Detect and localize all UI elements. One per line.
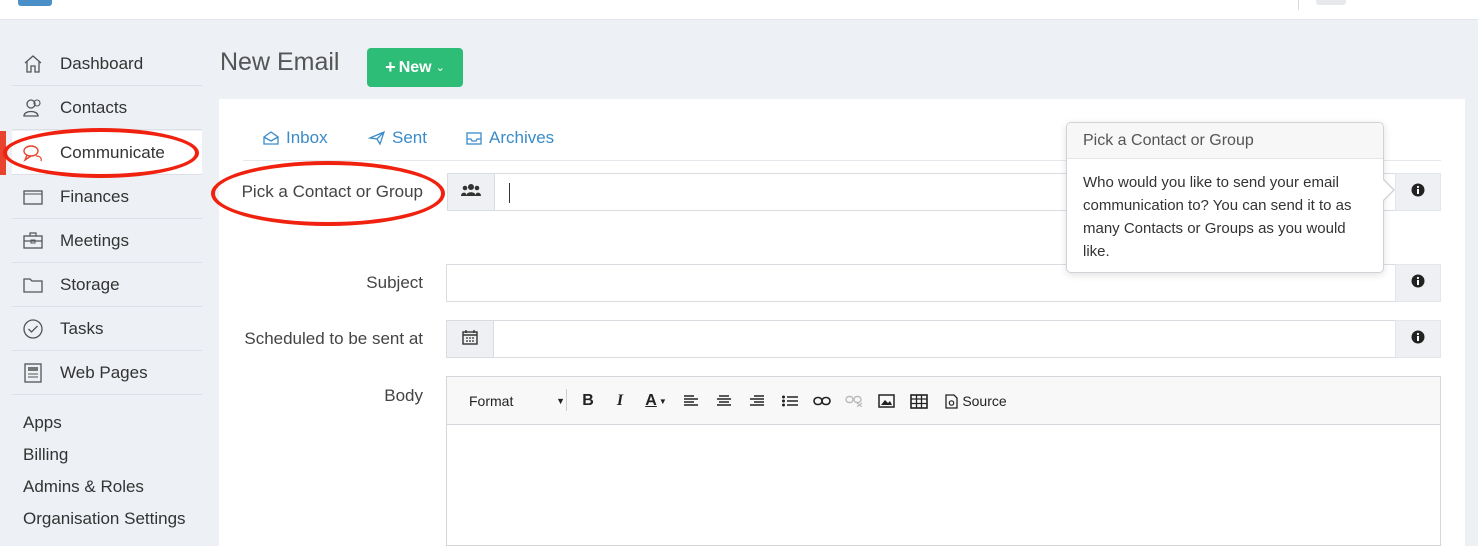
info-icon [1411,330,1425,349]
body-editor[interactable]: Format ▼ B I A ▼ Source [446,376,1441,546]
paper-plane-icon [368,130,386,146]
link-button[interactable] [813,390,831,412]
format-dropdown[interactable]: Format ▼ [469,390,565,412]
align-right-button[interactable] [749,390,765,412]
briefcase-icon [22,230,44,252]
sidebar-item-label: Meetings [60,230,129,250]
sidebar-item-label: Contacts [60,97,128,117]
sidebar-item-label: Finances [60,186,129,206]
tab-sent[interactable]: Sent [368,128,427,148]
format-label: Format [469,393,514,409]
sidebar-link-apps[interactable]: Apps [23,413,62,433]
tab-archives[interactable]: Archives [465,128,554,148]
sidebar-item-label: Dashboard [60,53,144,73]
bullet-list-icon [782,395,798,407]
sidebar-item-contacts[interactable]: Contacts [12,86,202,130]
home-icon [22,53,44,75]
source-icon [945,393,958,409]
annotation-circle-recipient [211,161,445,226]
schedule-input[interactable] [493,320,1396,358]
subject-info-button[interactable] [1395,264,1441,302]
check-circle-icon [22,318,44,340]
webpage-icon [22,362,44,384]
tab-inbox[interactable]: Inbox [262,128,328,148]
bold-icon: B [582,392,594,409]
sidebar-item-label: Tasks [60,318,104,338]
table-icon [910,393,928,409]
chevron-down-icon: ⌄ [435,62,445,74]
archive-icon [465,130,483,146]
sidebar-item-web-pages[interactable]: Web Pages [12,351,202,395]
caret-down-icon: ▼ [658,396,667,406]
annotation-circle-communicate [3,128,199,178]
popover-arrow-inner [1382,179,1393,201]
image-icon [877,394,895,408]
calendar-icon [462,329,478,350]
bullet-list-button[interactable] [781,390,799,412]
table-button[interactable] [909,390,929,412]
tab-inbox-label: Inbox [286,128,328,147]
editor-toolbar: Format ▼ B I A ▼ Source [447,377,1440,425]
align-right-icon [750,395,764,406]
caret-down-icon: ▼ [556,396,565,406]
body-label: Body [384,386,423,405]
page-title: New Email [220,48,340,76]
source-label: Source [962,393,1007,409]
schedule-label: Scheduled to be sent at [244,329,423,348]
tab-sent-label: Sent [392,128,427,147]
align-center-button[interactable] [716,390,732,412]
schedule-info-button[interactable] [1395,320,1441,358]
sidebar-link-admins-roles[interactable]: Admins & Roles [23,477,144,497]
sidebar-item-meetings[interactable]: Meetings [12,219,202,263]
tab-archives-label: Archives [489,128,555,147]
contacts-icon [22,97,44,119]
unlink-button[interactable] [845,390,863,412]
user-menu-button[interactable] [1316,0,1346,5]
italic-icon: I [616,392,624,409]
info-icon [1411,183,1425,202]
inbox-icon [262,130,280,146]
align-left-button[interactable] [683,390,699,412]
text-color-icon: A [645,392,657,409]
plus-icon: + [385,57,396,77]
recipient-help-popover: Pick a Contact or Group Who would you li… [1066,122,1384,273]
popover-body: Who would you like to send your email co… [1083,174,1352,260]
source-button[interactable]: Source [943,390,1009,412]
align-left-icon [684,395,698,406]
sidebar-item-dashboard[interactable]: Dashboard [12,42,202,86]
sidebar-item-label: Web Pages [60,362,148,382]
link-icon [813,396,831,406]
calendar-addon[interactable] [446,320,494,358]
new-button-label: New [398,58,432,76]
image-button[interactable] [877,390,895,412]
users-icon [461,183,481,202]
align-center-icon [717,395,731,406]
recipient-info-button[interactable] [1395,173,1441,211]
sidebar-link-organisation-settings[interactable]: Organisation Settings [23,509,186,529]
sidebar-link-billing[interactable]: Billing [23,445,68,465]
new-button[interactable]: + New ⌄ [367,48,463,87]
sidebar-item-label: Storage [60,274,120,294]
sidebar-item-storage[interactable]: Storage [12,263,202,307]
popover-title: Pick a Contact or Group [1067,123,1383,159]
top-bar [0,0,1478,20]
folder-icon [22,274,44,296]
italic-button[interactable]: I [611,390,629,412]
text-cursor [509,183,510,203]
wallet-icon [22,186,44,208]
unlink-icon [845,395,863,407]
text-color-button[interactable]: A ▼ [643,390,669,412]
topbar-divider [1298,0,1299,10]
toolbar-separator [566,389,567,411]
app-logo[interactable] [18,0,52,6]
subject-label: Subject [366,273,423,292]
sidebar-item-finances[interactable]: Finances [12,175,202,219]
bold-button[interactable]: B [579,390,597,412]
sidebar-item-tasks[interactable]: Tasks [12,307,202,351]
info-icon [1411,274,1425,293]
group-addon [447,173,495,211]
